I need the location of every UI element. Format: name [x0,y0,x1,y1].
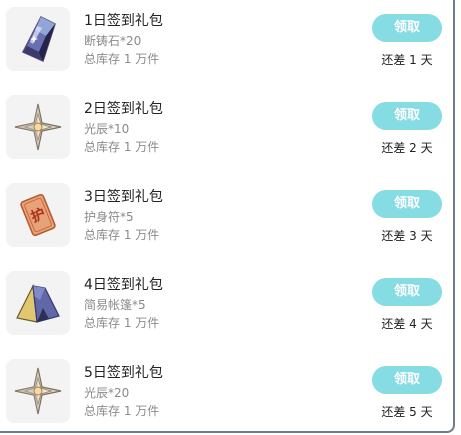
gift-title: 5日签到礼包 [84,365,163,381]
days-remaining: 还差 5 天 [381,405,433,419]
gift-thumbnail [6,271,70,335]
amulet-icon: 护 [20,193,56,237]
gift-row-day4: 4日签到礼包 简易帐篷*5 总库存 1 万件 领取 还差 4 天 [0,266,453,354]
gift-row-day1: 1日签到礼包 断铸石*20 总库存 1 万件 领取 还差 1 天 [0,2,453,90]
gift-thumbnail [6,7,70,71]
gift-reward: 护身符*5 [84,210,134,224]
claim-button[interactable]: 领取 [372,102,442,130]
gift-thumbnail: 护 [6,183,70,247]
claim-button[interactable]: 领取 [372,190,442,218]
claim-button[interactable]: 领取 [372,278,442,306]
gift-title: 1日签到礼包 [84,13,163,29]
gift-reward: 光辰*10 [84,122,130,136]
star-icon [14,103,62,151]
days-remaining: 还差 3 天 [381,229,433,243]
gift-title: 2日签到礼包 [84,101,163,117]
gift-stock: 总库存 1 万件 [84,404,160,418]
gift-reward: 简易帐篷*5 [84,298,146,312]
gift-reward: 断铸石*20 [84,34,142,48]
days-remaining: 还差 1 天 [381,53,433,67]
tent-icon [16,283,60,323]
gift-reward: 光辰*20 [84,386,130,400]
star-icon [14,367,62,415]
gift-row-day2: 2日签到礼包 光辰*10 总库存 1 万件 领取 还差 2 天 [0,90,453,178]
days-remaining: 还差 2 天 [381,141,433,155]
claim-button[interactable]: 领取 [372,14,442,42]
signin-gift-panel: 1日签到礼包 断铸石*20 总库存 1 万件 领取 还差 1 天 2日签到礼包 … [0,0,455,433]
days-remaining: 还差 4 天 [381,317,433,331]
gift-title: 3日签到礼包 [84,189,163,205]
claim-button[interactable]: 领取 [372,366,442,394]
gift-row-day5: 5日签到礼包 光辰*20 总库存 1 万件 领取 还差 5 天 [0,354,453,431]
gift-row-day3: 护 3日签到礼包 护身符*5 总库存 1 万件 领取 还差 3 天 [0,178,453,266]
gift-stock: 总库存 1 万件 [84,52,160,66]
gift-title: 4日签到礼包 [84,277,163,293]
gift-stock: 总库存 1 万件 [84,140,160,154]
crystal-icon [21,15,56,63]
gift-thumbnail [6,95,70,159]
gift-stock: 总库存 1 万件 [84,316,160,330]
gift-thumbnail [6,359,70,423]
gift-stock: 总库存 1 万件 [84,228,160,242]
